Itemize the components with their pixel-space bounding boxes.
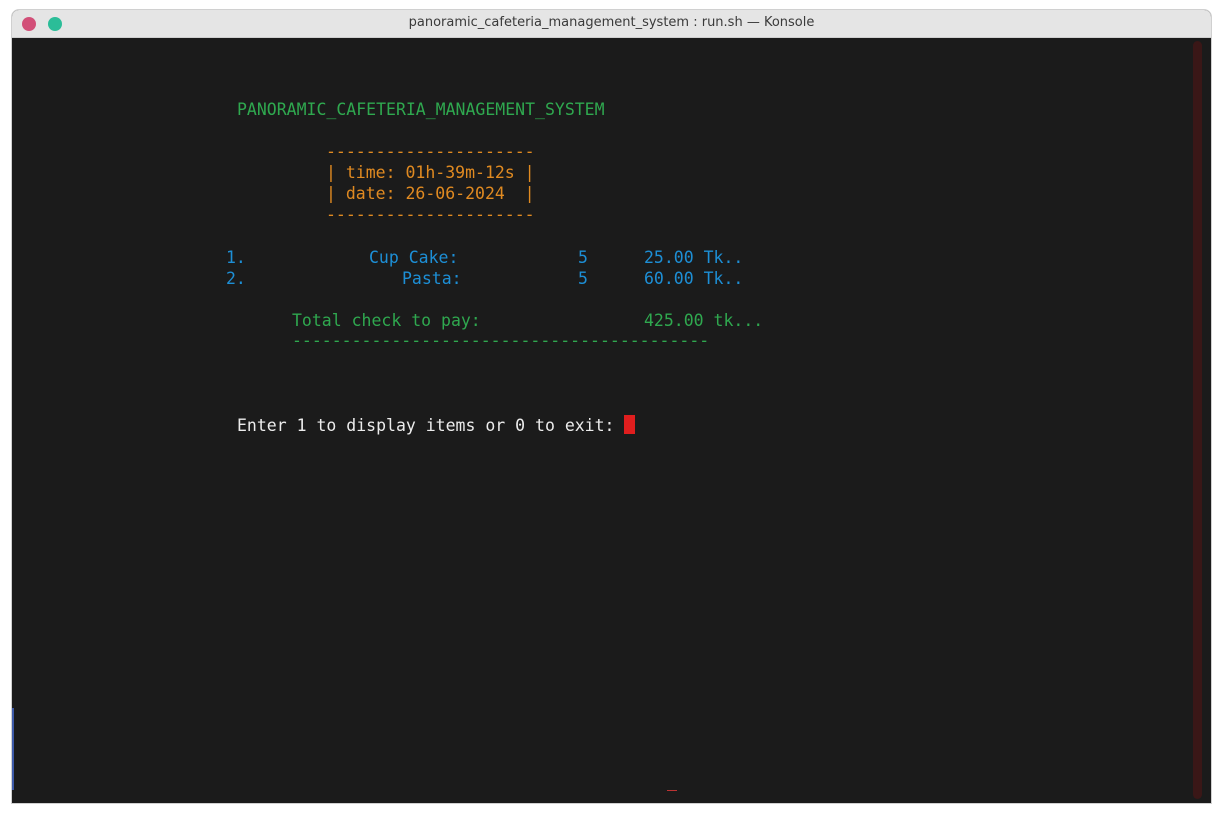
text-cursor <box>624 415 636 434</box>
box-bottom-border: --------------------- <box>326 205 535 224</box>
left-margin-marker <box>12 708 14 790</box>
item-name: Pasta: <box>402 269 462 288</box>
input-prompt[interactable]: Enter 1 to display items or 0 to exit: <box>237 415 636 436</box>
time-line: | time: 01h-39m-12s | <box>326 163 535 182</box>
item-price: 60.00 Tk.. <box>644 269 744 288</box>
item-qty: 5 <box>578 269 588 288</box>
date-line: | date: 26-06-2024 | <box>326 184 535 203</box>
total-value: 425.00 tk... <box>644 311 764 330</box>
item-index: 2. <box>226 269 246 288</box>
title-bar[interactable]: panoramic_cafeteria_management_system : … <box>12 10 1211 38</box>
item-qty: 5 <box>578 248 588 267</box>
app-header: PANORAMIC_CAFETERIA_MANAGEMENT_SYSTEM <box>237 100 605 119</box>
item-name: Cup Cake: <box>369 248 459 267</box>
item-price: 25.00 Tk.. <box>644 248 744 267</box>
konsole-window: panoramic_cafeteria_management_system : … <box>12 10 1211 803</box>
vertical-scrollbar[interactable] <box>1193 41 1202 799</box>
item-index: 1. <box>226 248 246 267</box>
total-separator: ----------------------------------------… <box>292 331 710 350</box>
bottom-marker <box>667 790 677 791</box>
terminal-area[interactable]: PANORAMIC_CAFETERIA_MANAGEMENT_SYSTEM --… <box>12 38 1211 803</box>
total-label: Total check to pay: <box>292 311 481 330</box>
box-top-border: --------------------- <box>326 142 535 161</box>
prompt-text: Enter 1 to display items or 0 to exit: <box>237 416 625 435</box>
window-title: panoramic_cafeteria_management_system : … <box>408 15 815 30</box>
